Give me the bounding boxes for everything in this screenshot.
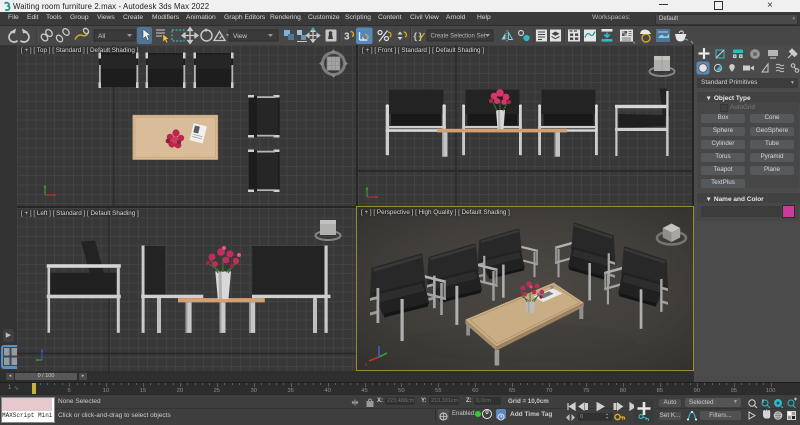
svg-text:All: All [98, 33, 106, 40]
svg-text:3: 3 [344, 32, 350, 43]
svg-text:Create Selection Set: Create Selection Set [431, 34, 486, 40]
svg-text:x: x [365, 362, 368, 368]
svg-text:{ }: { } [414, 31, 423, 41]
svg-text:View: View [233, 33, 247, 40]
